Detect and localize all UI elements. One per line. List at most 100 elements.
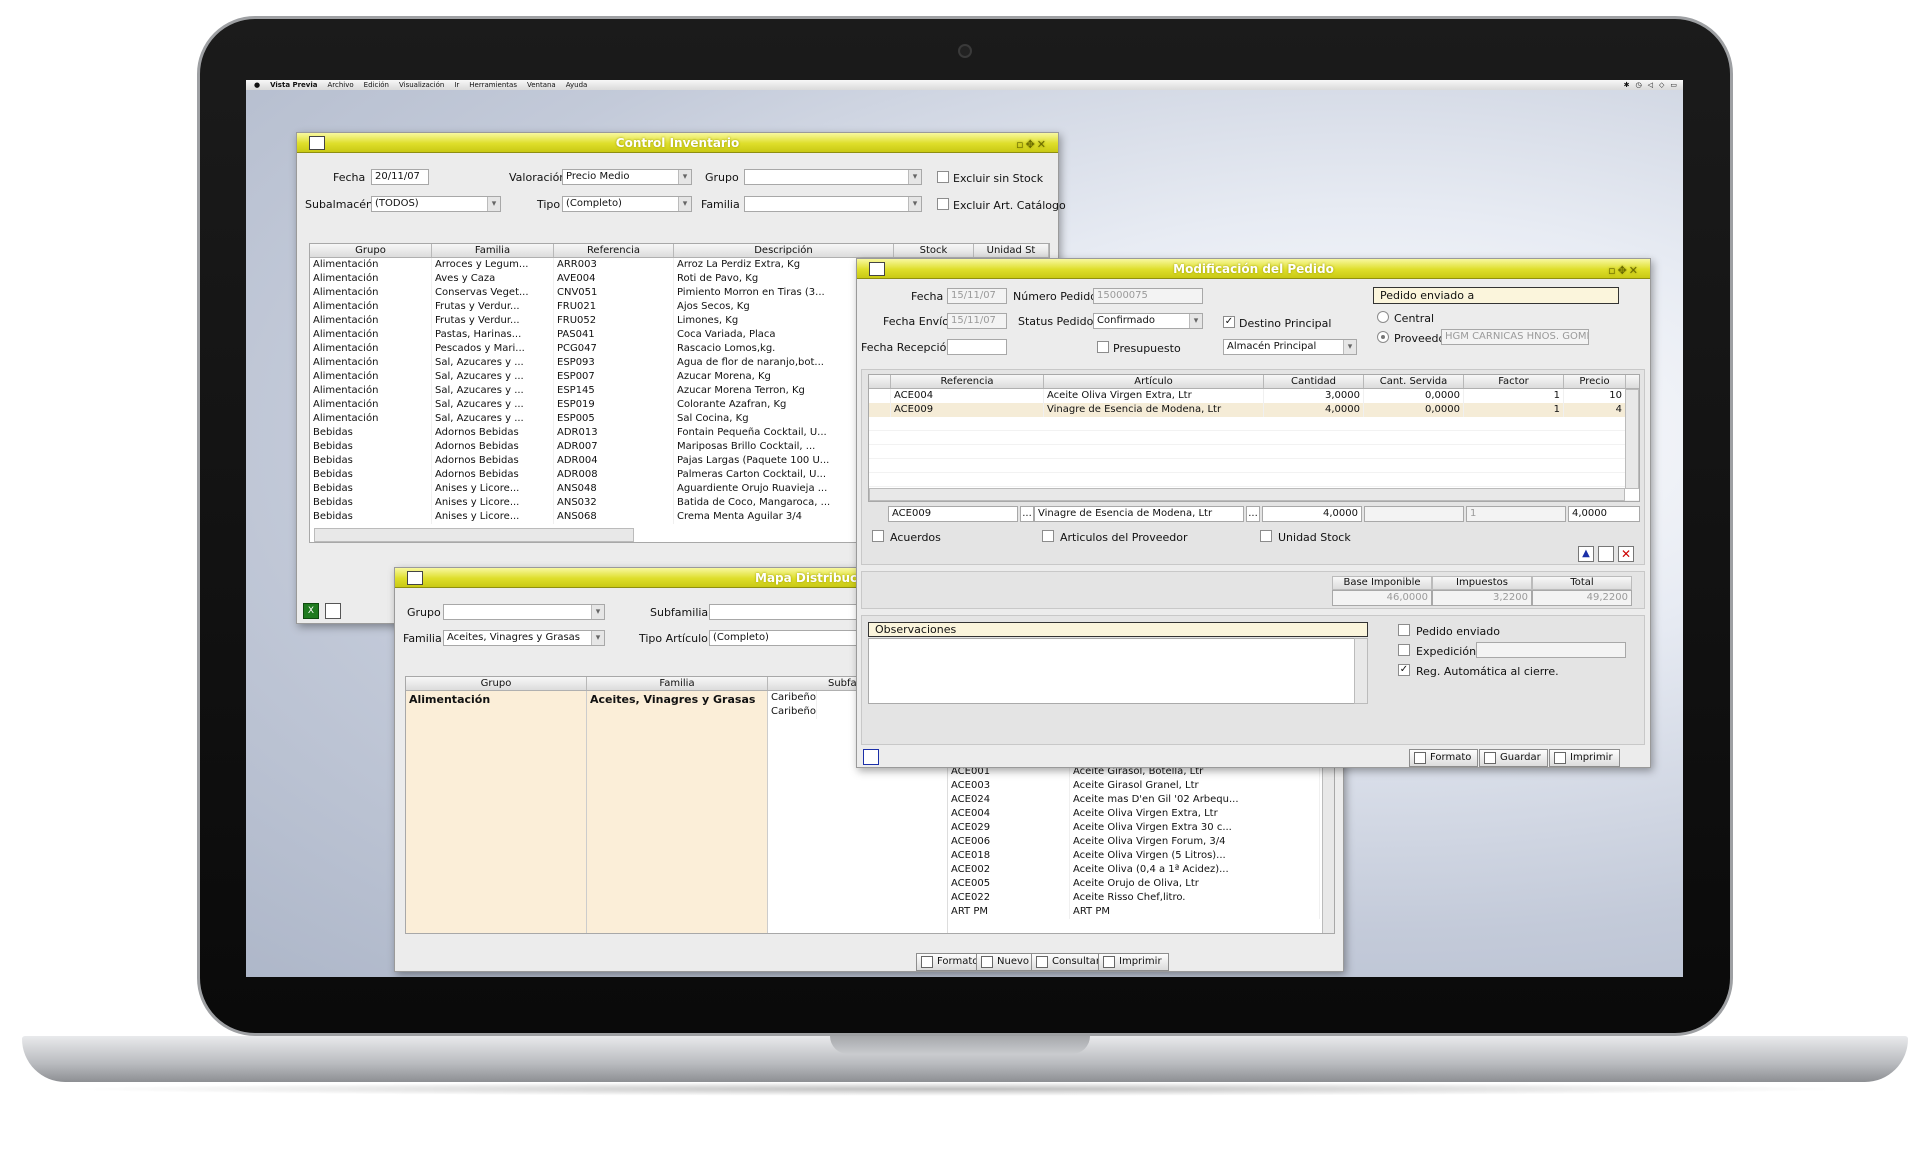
excluir-catalogo-checkbox[interactable] <box>937 198 949 210</box>
edit-referencia-field[interactable]: ACE009 <box>888 506 1018 522</box>
pedido-titlebar[interactable]: Modificación del Pedido ▫✥✕ <box>857 259 1650 279</box>
window-controls-icon[interactable]: ▫✥✕ <box>1608 261 1640 281</box>
col-cant-servida[interactable]: Cant. Servida <box>1364 375 1464 388</box>
menu-archivo[interactable]: Archivo <box>328 80 354 90</box>
almacen-select[interactable]: Almacén Principal <box>1223 339 1357 355</box>
menu-herramientas[interactable]: Herramientas <box>469 80 517 90</box>
fecha-recepcion-field[interactable] <box>947 339 1007 355</box>
edit-articulo-lookup[interactable]: ... <box>1246 506 1260 522</box>
control-inventario-titlebar[interactable]: Control Inventario ▫✥✕ <box>297 133 1058 153</box>
list-item[interactable]: ACE024 Aceite mas D'en Gil '02 Arbequ... <box>948 793 1324 807</box>
lineas-hscrollbar[interactable] <box>869 488 1625 501</box>
bluetooth-icon[interactable]: ✱ <box>1624 80 1630 90</box>
articulos-proveedor-checkbox[interactable] <box>1042 530 1054 542</box>
mapa-grupo-select[interactable] <box>443 604 605 620</box>
grupo-select[interactable] <box>744 169 922 185</box>
pedido-fecha-field[interactable]: 15/11/07 <box>947 288 1007 304</box>
excluir-stock-checkbox[interactable] <box>937 171 949 183</box>
lineas-vscrollbar[interactable] <box>1625 389 1639 489</box>
list-item[interactable]: ACE022 Aceite Risso Chef,litro. <box>948 891 1324 905</box>
empty-row[interactable] <box>869 417 1639 431</box>
proveedor-radio[interactable] <box>1377 331 1389 343</box>
battery-icon[interactable]: ▭ <box>1670 80 1677 90</box>
mapa-imprimir-button[interactable]: Imprimir <box>1098 953 1169 971</box>
presupuesto-checkbox[interactable] <box>1097 341 1109 353</box>
fecha-field[interactable]: 20/11/07 <box>371 169 429 185</box>
edit-cant-servida-field[interactable] <box>1364 506 1464 522</box>
col-referencia[interactable]: Referencia <box>554 244 674 257</box>
col-cantidad[interactable]: Cantidad <box>1264 375 1364 388</box>
menu-ayuda[interactable]: Ayuda <box>566 80 588 90</box>
mapa-col-familia[interactable]: Familia <box>587 677 768 690</box>
mapa-formato-button[interactable]: Formato <box>916 953 986 971</box>
list-item[interactable]: ACE002 Aceite Oliva (0,4 a 1ª Acidez)... <box>948 863 1324 877</box>
unidad-stock-checkbox[interactable] <box>1260 530 1272 542</box>
empty-row[interactable] <box>869 459 1639 473</box>
tree-familia-cell[interactable]: Aceites, Vinagres y Grasas <box>587 691 768 933</box>
empty-row[interactable] <box>869 431 1639 445</box>
inventario-hscrollbar[interactable] <box>314 528 634 542</box>
list-item[interactable]: ACE006 Aceite Oliva Virgen Forum, 3/4 <box>948 835 1324 849</box>
col-familia[interactable]: Familia <box>432 244 554 257</box>
expedicion-field[interactable] <box>1476 642 1626 658</box>
row-header[interactable] <box>869 403 891 417</box>
col-precio[interactable]: Precio <box>1564 375 1626 388</box>
excel-icon[interactable]: X <box>303 603 319 619</box>
edit-articulo-field[interactable]: Vinagre de Esencia de Modena, Ltr <box>1034 506 1244 522</box>
row-header[interactable] <box>869 389 891 403</box>
menu-app[interactable]: Vista Previa <box>270 80 317 90</box>
table-row[interactable]: ACE009 Vinagre de Esencia de Modena, Ltr 4… <box>869 403 1639 417</box>
pedido-formato-button[interactable]: Formato <box>1409 749 1479 767</box>
mapa-col-grupo[interactable]: Grupo <box>406 677 587 690</box>
col-stock[interactable]: Stock <box>894 244 974 257</box>
table-row[interactable]: ACE004 Aceite Oliva Virgen Extra, Ltr 3,00… <box>869 389 1639 403</box>
col-factor[interactable]: Factor <box>1464 375 1564 388</box>
edit-precio-field[interactable]: 4,0000 <box>1568 506 1640 522</box>
list-item[interactable]: ACE004 Aceite Oliva Virgen Extra, Ltr <box>948 807 1324 821</box>
familia-select[interactable] <box>744 196 922 212</box>
menu-ventana[interactable]: Ventana <box>527 80 556 90</box>
empty-row[interactable] <box>869 445 1639 459</box>
list-item[interactable]: ACE005 Aceite Orujo de Oliva, Ltr <box>948 877 1324 891</box>
pedido-imprimir-button[interactable]: Imprimir <box>1549 749 1620 767</box>
mapa-subfamilia-field[interactable] <box>709 604 869 620</box>
subalmacen-select[interactable]: (TODOS) <box>371 196 501 212</box>
edit-cantidad-field[interactable]: 4,0000 <box>1262 506 1362 522</box>
empty-row[interactable] <box>869 473 1639 487</box>
mapa-nuevo-button[interactable]: Nuevo <box>976 953 1037 971</box>
status-pedido-select[interactable]: Confirmado <box>1093 313 1203 329</box>
reg-automatica-checkbox[interactable]: ✓ <box>1398 664 1410 676</box>
acuerdos-checkbox[interactable] <box>872 530 884 542</box>
copy-icon[interactable] <box>325 603 341 619</box>
edit-referencia-lookup[interactable]: ... <box>1020 506 1034 522</box>
tipo-select[interactable]: (Completo) <box>562 196 692 212</box>
list-item[interactable]: ACE029 Aceite Oliva Virgen Extra 30 c... <box>948 821 1324 835</box>
valoracion-select[interactable]: Precio Medio <box>562 169 692 185</box>
list-item[interactable]: ART PM ART PM <box>948 905 1324 919</box>
list-item[interactable]: ACE018 Aceite Oliva Virgen (5 Litros)... <box>948 849 1324 863</box>
proveedor-field[interactable]: HGM CARNICAS HNOS. GOMEZ <box>1441 329 1589 345</box>
tree-grupo-cell[interactable]: Alimentación <box>406 691 587 933</box>
new-line-icon[interactable] <box>1598 546 1614 562</box>
central-radio[interactable] <box>1377 311 1389 323</box>
mapa-familia-select[interactable]: Aceites, Vinagres y Grasas <box>443 630 605 646</box>
fecha-envio-field[interactable]: 15/11/07 <box>947 313 1007 329</box>
pedido-enviado-checkbox[interactable] <box>1398 624 1410 636</box>
col-grupo[interactable]: Grupo <box>310 244 432 257</box>
list-item[interactable]: ACE003 Aceite Girasol Granel, Ltr <box>948 779 1324 793</box>
mapa-tipo-field[interactable]: (Completo) <box>709 630 869 646</box>
destino-principal-checkbox[interactable]: ✓ <box>1223 316 1235 328</box>
apple-menu-icon[interactable]: ● <box>254 80 260 90</box>
wifi-icon[interactable]: ◇ <box>1659 80 1664 90</box>
edit-factor-field[interactable]: 1 <box>1466 506 1566 522</box>
volume-icon[interactable]: ◁ <box>1648 80 1653 90</box>
window-controls-icon[interactable]: ▫✥✕ <box>1016 135 1048 155</box>
col-referencia[interactable]: Referencia <box>891 375 1044 388</box>
col-articulo[interactable]: Artículo <box>1044 375 1264 388</box>
menu-visualizacion[interactable]: Visualización <box>399 80 444 90</box>
pedido-guardar-button[interactable]: Guardar <box>1479 749 1548 767</box>
mapa-consultar-button[interactable]: Consultar <box>1031 953 1107 971</box>
menu-edicion[interactable]: Edición <box>364 80 389 90</box>
expand-icon[interactable] <box>863 749 879 765</box>
observaciones-scrollbar[interactable] <box>1354 638 1368 704</box>
